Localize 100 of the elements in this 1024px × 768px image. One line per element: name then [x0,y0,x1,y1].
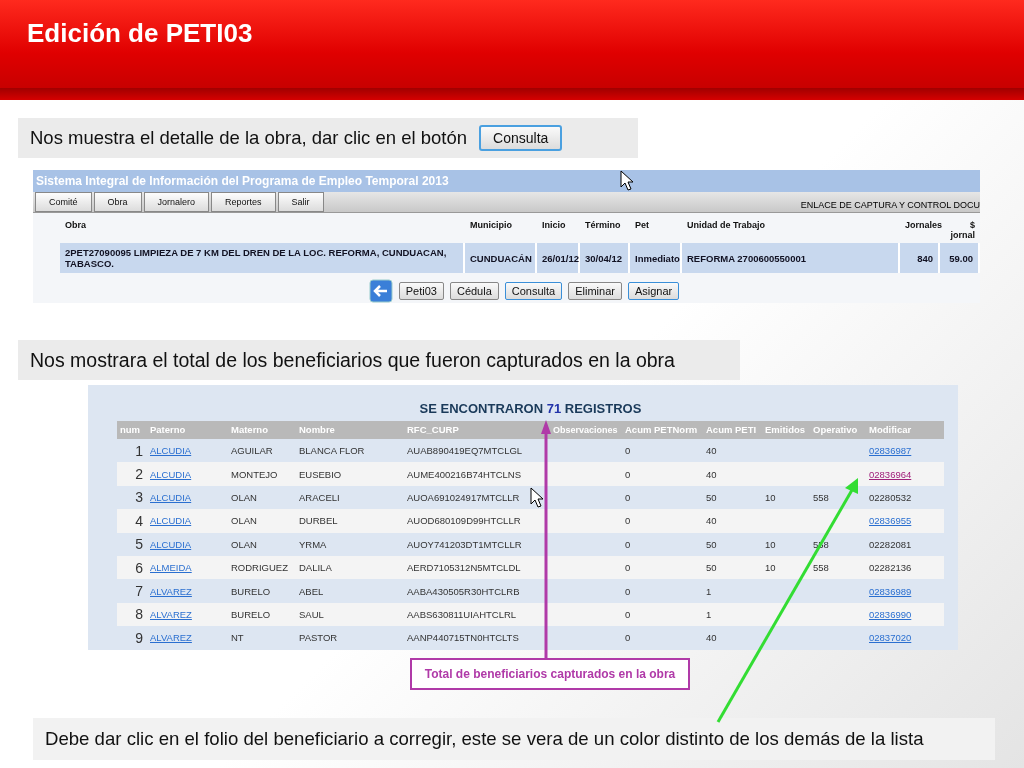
surname-link[interactable]: ALCUDIA [150,445,192,457]
folio-link[interactable]: 02837020 [869,632,912,644]
table-cell: AUOY741203DT1MTCLLR [407,538,522,550]
table-cell: 10 [765,491,776,503]
table-cell: 40 [706,632,717,644]
surname-link[interactable]: ALVAREZ [150,585,192,597]
table-cell: BURELO [231,585,271,597]
column-header: Observaciones [553,425,618,435]
column-header: Emitidos [765,424,806,435]
table-cell: BURELO [231,608,271,620]
surname-link[interactable]: ALCUDIA [150,468,192,480]
column-header: Materno [231,424,268,435]
folio-link[interactable]: 02836964 [869,468,912,480]
table-cell: AANP440715TN0HTCLTS [407,632,519,644]
table-cell: 4 [135,512,143,529]
column-header: Operativo [813,424,858,435]
table-cell: DURBEL [299,515,338,527]
table-cell: 2PET27090095 LIMPIEZA DE 7 KM DEL DREN DE LA LOC. REFORMA, CUNDUACAN, TABASCO. [60,243,465,273]
table-cell: 30/04/12 [580,243,630,273]
column-header: Inicio [541,219,567,232]
callout-box: Total de beneficiarios capturados en la obra [410,658,690,690]
table-cell: EUSEBIO [299,468,342,480]
surname-link[interactable]: ALCUDIA [150,515,192,527]
table-cell: RODRIGUEZ [231,562,288,574]
table-cell: PASTOR [299,632,338,644]
table-cell: 10 [765,538,776,550]
column-header: Paterno [150,424,186,435]
table-cell: Inmediato [630,243,682,273]
table-cell: 558 [813,491,829,503]
menu-button[interactable]: Obra [93,192,142,212]
surname-link[interactable]: ALVAREZ [150,632,192,644]
table-cell: 40 [706,468,717,480]
action-button[interactable]: Consulta [504,282,563,300]
column-header: Término [584,219,622,232]
table-cell: 0 [625,538,631,550]
menu-button[interactable]: Salir [277,192,324,212]
cursor-icon [620,170,634,191]
caption-text: Nos muestra el detalle de la obra, dar clic en el botón [30,127,468,149]
table-cell: AUOD680109D99HTCLLR [407,515,521,527]
action-button[interactable]: Asignar [627,282,680,300]
folio-link[interactable]: 02836987 [869,445,912,457]
column-header: Jornales [904,219,940,232]
caption-text: Nos mostrara el total de los beneficiarios que fueron capturados en la obra [30,348,675,372]
column-header: Pet [634,219,650,232]
menu-button[interactable]: Comité [35,192,92,212]
column-header: $ jornal [949,219,976,242]
table-cell: 1 [706,608,712,620]
folio-link[interactable]: 02836989 [869,585,912,597]
table-cell: 840 [900,243,940,273]
table-cell: OLAN [231,515,257,527]
table-cell: SAUL [299,608,324,620]
table-cell: OLAN [231,491,257,503]
table-cell: AUOA691024917MTCLLR [407,491,520,503]
table-cell: YRMA [299,538,327,550]
table-cell: AUME400216B74HTCLNS [407,468,522,480]
table-cell: ABEL [299,585,324,597]
surname-link[interactable]: ALVAREZ [150,608,192,620]
table-cell: AGUILAR [231,445,273,457]
table-cell: REFORMA 2700600550001 [682,243,900,273]
surname-link[interactable]: ALCUDIA [150,491,192,503]
table-cell: 0 [625,468,631,480]
table-cell: 26/01/12 [537,243,580,273]
folio-text: 02282081 [869,538,912,550]
table-cell: 1 [706,585,712,597]
table-cell: 40 [706,445,717,457]
column-header: Acum PETI [706,424,757,435]
surname-link[interactable]: ALMEIDA [150,562,192,574]
table-cell: 1 [135,442,143,459]
folio-link[interactable]: 02836990 [869,608,912,620]
table-cell: 0 [625,491,631,503]
table-cell: 0 [625,515,631,527]
table-cell: 558 [813,562,829,574]
action-button[interactable]: Eliminar [568,282,622,300]
table-cell: 5 [135,536,143,553]
caption-text: Debe dar clic en el folio del beneficiario a corregir, este se vera de un color distinto de los demás de la lista [45,728,924,750]
table-cell: ARACELI [299,491,340,503]
table-cell: 50 [706,562,717,574]
menu-button[interactable]: Reportes [211,192,276,212]
table-cell: AERD7105312N5MTCLDL [407,562,521,574]
table-cell: 50 [706,538,717,550]
table-cell: AUAB890419EQ7MTCLGL [407,445,523,457]
table-cell: 8 [135,606,143,623]
folio-text: 02282136 [869,562,912,574]
folio-text: 02280532 [869,491,912,503]
column-header: num [120,424,141,435]
action-button[interactable]: Peti03 [398,282,444,300]
menu-button[interactable]: Jornalero [143,192,210,212]
consulta-button[interactable]: Consulta [479,125,563,151]
table-cell: 3 [135,489,143,506]
table-cell: 0 [625,585,631,597]
table-cell: 7 [135,583,143,600]
table-cell: AABA430505R30HTCLRB [407,585,520,597]
table-cell: 0 [625,632,631,644]
folio-link[interactable]: 02836955 [869,515,912,527]
results-heading: SE ENCONTRARON 71 REGISTROS [418,401,643,418]
column-header: Nombre [299,424,335,435]
action-button[interactable]: Cédula [449,282,499,300]
table-cell: 10 [765,562,776,574]
surname-link[interactable]: ALCUDIA [150,538,192,550]
window-title: Sistema Integral de Información del Programa de Empleo Temporal 2013 [33,170,980,192]
